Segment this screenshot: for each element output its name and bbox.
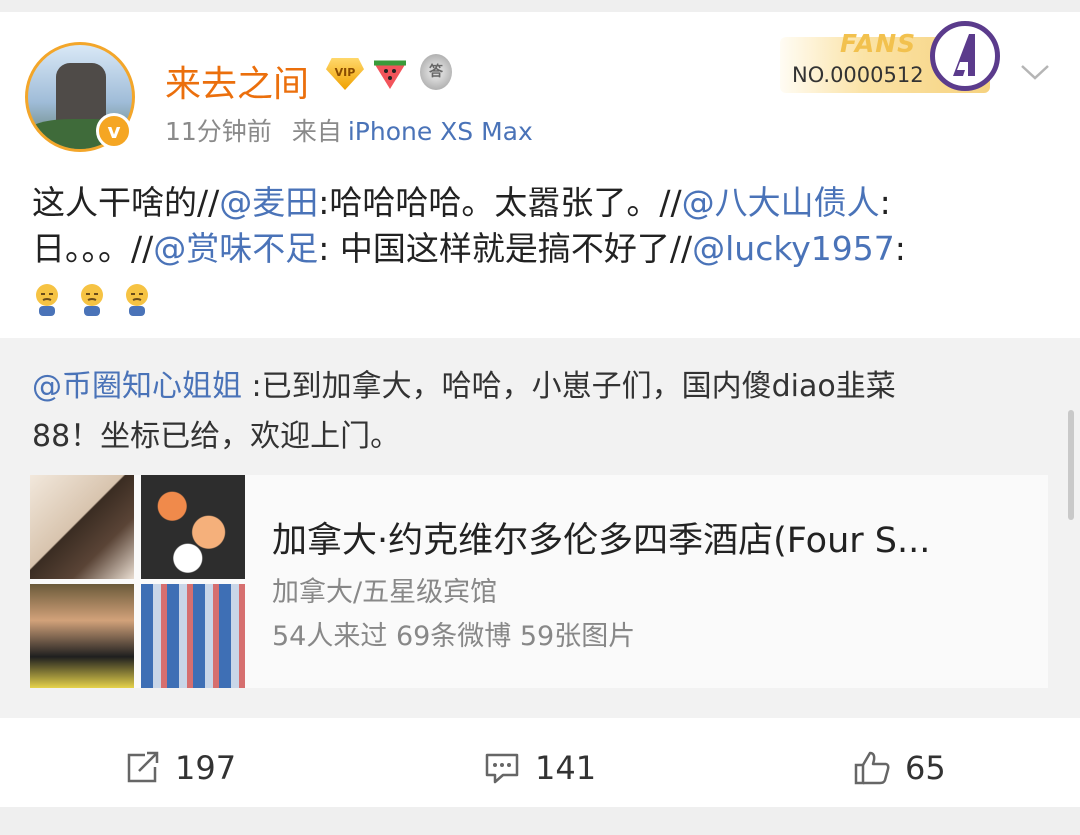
chevron-down-icon[interactable]: [1020, 64, 1050, 80]
place-thumb-2[interactable]: [141, 475, 245, 579]
repost-count: 197: [175, 749, 237, 787]
mention-link[interactable]: @麦田: [219, 183, 318, 222]
content-text: :: [879, 183, 891, 222]
emoji-row: [32, 283, 162, 323]
device-link[interactable]: iPhone XS Max: [348, 117, 533, 146]
fans-label: FANS: [840, 29, 917, 58]
sad-emoji-icon: [36, 284, 58, 316]
repost-text-a: :已到加拿大，哈哈，小崽子们，国内傻diao韭菜: [242, 369, 896, 404]
post-meta: 11分钟前 来自 iPhone XS Max: [165, 112, 533, 148]
like-count: 65: [905, 749, 946, 787]
sad-emoji-icon: [81, 284, 104, 316]
like-button[interactable]: 65: [853, 748, 946, 788]
thumbs-up-icon: [854, 751, 890, 785]
content-text: :: [894, 229, 906, 268]
repost-button[interactable]: 197: [125, 748, 236, 788]
sad-emoji-icon: [126, 284, 149, 316]
username[interactable]: 来去之间: [165, 55, 309, 107]
content-text: : 中国这样就是搞不好了//: [318, 229, 693, 268]
repost-line-2: 88！坐标已给，欢迎上门。: [32, 419, 401, 454]
comment-count: 141: [535, 749, 597, 787]
content-line-2: 日。。。//@赏味不足: 中国这样就是搞不好了//@lucky1957:: [32, 226, 1042, 272]
post-content: 这人干啥的//@麦田:哈哈哈哈。太嚣张了。//@八大山债人: 日。。。//@赏味…: [32, 180, 1042, 272]
action-bar: 197 141 65: [0, 730, 1080, 805]
watermelon-badge-icon[interactable]: [372, 57, 408, 91]
repost-line-1: @币圈知心姐姐 :已到加拿大，哈哈，小崽子们，国内傻diao韭菜: [32, 362, 1042, 412]
content-line-1: 这人干啥的//@麦田:哈哈哈哈。太嚣张了。//@八大山债人:: [32, 180, 1042, 226]
avengers-logo-icon: [930, 21, 1000, 91]
mention-link[interactable]: @赏味不足: [153, 229, 318, 268]
repost-mention-link[interactable]: @币圈知心姐姐: [32, 369, 242, 404]
medal-badge-icon[interactable]: 答: [420, 54, 452, 90]
mention-link[interactable]: @八大山债人: [682, 183, 880, 222]
fans-number: NO.0000512: [792, 63, 924, 87]
content-text: 日。。。//: [32, 229, 154, 268]
scrollbar[interactable]: [1068, 410, 1074, 520]
content-text: :哈哈哈哈。太嚣张了。//: [318, 183, 682, 222]
share-icon: [127, 751, 159, 783]
mention-link[interactable]: @lucky1957: [692, 229, 895, 268]
place-stats: 54人来过 69条微博 59张图片: [272, 621, 636, 652]
source-label: 来自: [291, 117, 342, 146]
place-thumb-4[interactable]: [141, 584, 245, 688]
comment-icon: [485, 753, 519, 784]
verified-badge-icon: v: [96, 113, 132, 149]
place-title[interactable]: 加拿大·约克维尔多伦多四季酒店(Four S...: [272, 512, 930, 563]
place-category: 加拿大/五星级宾馆: [272, 577, 498, 608]
repost-text: @币圈知心姐姐 :已到加拿大，哈哈，小崽子们，国内傻diao韭菜 88！坐标已给…: [32, 362, 1042, 462]
post-time: 11分钟前: [165, 117, 272, 146]
place-thumb-1[interactable]: [30, 475, 134, 579]
content-text: 这人干啥的//: [32, 183, 220, 222]
fans-badge[interactable]: FANS NO.0000512: [780, 15, 1015, 95]
comment-button[interactable]: 141: [483, 748, 596, 788]
place-thumb-3[interactable]: [30, 584, 134, 688]
